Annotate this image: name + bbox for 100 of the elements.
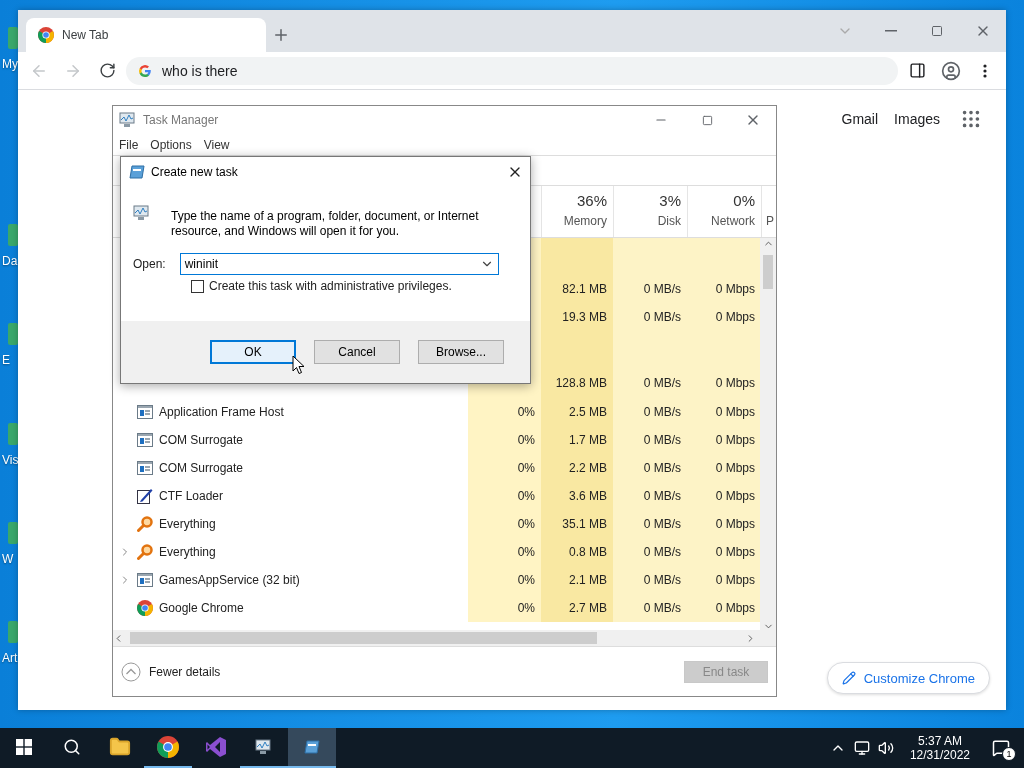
- volume-icon[interactable]: [877, 740, 894, 756]
- maximize-icon: [701, 114, 713, 126]
- process-name: GamesAppService (32 bit): [159, 573, 300, 587]
- desktop-icon-label[interactable]: Vis: [2, 453, 19, 467]
- monitor-chart-icon: [119, 112, 137, 128]
- desktop-icon-label[interactable]: W: [2, 552, 14, 566]
- magnifier-icon: [137, 516, 153, 532]
- table-cell: 0 Mbps: [687, 566, 761, 594]
- pen-icon: [137, 488, 153, 504]
- process-name: Application Frame Host: [159, 405, 284, 419]
- scrollbar-thumb[interactable]: [763, 255, 773, 289]
- open-combobox[interactable]: wininit: [179, 253, 499, 275]
- checkbox-label[interactable]: Create this task with administrative privileges.: [209, 279, 452, 293]
- desktop-shortcut-icon[interactable]: [8, 621, 18, 643]
- windows-logo-icon: [16, 739, 32, 755]
- side-panel-icon: [908, 62, 926, 79]
- dialog-button[interactable]: Cancel: [314, 340, 400, 364]
- menu-icon: [983, 63, 987, 78]
- table-cell: 0 MB/s: [613, 426, 687, 454]
- table-cell: 2.2 MB: [541, 454, 613, 482]
- column-header[interactable]: P: [761, 186, 780, 237]
- dialog-button[interactable]: OK: [210, 340, 296, 364]
- desktop-shortcut-icon[interactable]: [8, 323, 18, 345]
- vertical-scrollbar[interactable]: [760, 238, 776, 632]
- table-cell: 35.1 MB: [541, 510, 613, 538]
- table-cell: 0 MB/s: [613, 275, 687, 303]
- browser-tab[interactable]: New Tab: [26, 18, 266, 52]
- table-cell: 0 Mbps: [687, 368, 761, 398]
- table-cell: 0 Mbps: [687, 275, 761, 303]
- pencil-icon: [841, 671, 856, 685]
- horizontal-scrollbar[interactable]: [113, 630, 776, 646]
- column-header[interactable]: 36% Memory: [541, 186, 613, 237]
- network-icon[interactable]: [853, 740, 870, 756]
- table-cell: [541, 238, 613, 275]
- desktop-icon-label[interactable]: Da: [2, 254, 18, 268]
- table-cell: 2.5 MB: [541, 398, 613, 426]
- program-icon: [133, 205, 151, 221]
- monitor-chart-icon: [255, 739, 273, 755]
- desktop-icon-label[interactable]: My: [2, 57, 18, 71]
- menu-item[interactable]: Options: [150, 137, 192, 152]
- table-cell: 0 MB/s: [613, 398, 687, 426]
- header-link[interactable]: Images: [894, 111, 940, 127]
- reload-icon: [98, 62, 116, 79]
- table-cell: 128.8 MB: [541, 368, 613, 398]
- desktop-shortcut-icon[interactable]: [8, 224, 18, 246]
- customize-chrome-button[interactable]: Customize Chrome: [826, 662, 990, 694]
- desktop-icon-label[interactable]: E: [2, 353, 10, 367]
- desktop-shortcut-icon[interactable]: [8, 522, 18, 544]
- table-cell: 0 MB/s: [613, 482, 687, 510]
- table-cell: 1.7 MB: [541, 426, 613, 454]
- clock[interactable]: 5:37 AM 12/31/2022: [909, 734, 970, 762]
- table-cell: 0 MB/s: [613, 510, 687, 538]
- table-cell: 0 MB/s: [613, 454, 687, 482]
- search-icon: [63, 738, 81, 756]
- notification-count: 1: [1002, 747, 1016, 761]
- minimize-icon: [885, 30, 897, 32]
- table-cell: 0 MB/s: [613, 538, 687, 566]
- dialog-button[interactable]: Browse...: [418, 340, 504, 364]
- table-cell: 0 Mbps: [687, 594, 761, 622]
- infinity-logo-icon: [205, 736, 227, 758]
- menu-item[interactable]: View: [203, 137, 230, 152]
- menu-item[interactable]: File: [119, 137, 139, 152]
- dialog-title: Create new task: [151, 165, 238, 179]
- address-bar[interactable]: who is there: [126, 56, 898, 85]
- folder-icon: [109, 736, 131, 758]
- table-cell: 0%: [468, 594, 541, 622]
- maximize-icon: [931, 25, 943, 37]
- desktop-icon-label[interactable]: Art: [2, 651, 18, 665]
- header-link[interactable]: Gmail: [841, 111, 879, 127]
- process-name: CTF Loader: [159, 489, 224, 503]
- column-header[interactable]: 0% Network: [687, 186, 761, 237]
- notifications-button[interactable]: 1: [986, 733, 1016, 763]
- table-cell: 82.1 MB: [541, 275, 613, 303]
- table-cell: 0%: [468, 566, 541, 594]
- admin-checkbox[interactable]: [191, 279, 204, 293]
- scrollbar-thumb[interactable]: [130, 632, 597, 644]
- process-name: COM Surrogate: [159, 433, 244, 447]
- user-icon: [941, 60, 961, 81]
- window-icon: [137, 405, 153, 419]
- desktop-shortcut-icon[interactable]: [8, 27, 18, 49]
- plus-icon: [272, 26, 290, 44]
- table-cell: 0 Mbps: [687, 538, 761, 566]
- fewer-details-link[interactable]: Fewer details: [149, 664, 221, 679]
- table-cell: 0 Mbps: [687, 398, 761, 426]
- collapse-up-icon[interactable]: [121, 661, 141, 682]
- table-cell: 3.6 MB: [541, 482, 613, 510]
- table-cell: 0%: [468, 538, 541, 566]
- chrome-logo-icon: [137, 600, 153, 616]
- table-cell: 0 Mbps: [687, 482, 761, 510]
- column-header[interactable]: 3% Disk: [613, 186, 687, 237]
- run-icon: [129, 165, 145, 179]
- google-g-icon: [138, 63, 152, 78]
- process-name: Everything: [159, 545, 216, 559]
- chrome-logo-icon: [157, 736, 179, 758]
- table-cell: 0%: [468, 426, 541, 454]
- table-cell: 0%: [468, 398, 541, 426]
- magnifier-icon: [137, 544, 153, 560]
- table-cell: 0 MB/s: [613, 303, 687, 331]
- table-cell: 0 MB/s: [613, 368, 687, 398]
- desktop-shortcut-icon[interactable]: [8, 423, 18, 445]
